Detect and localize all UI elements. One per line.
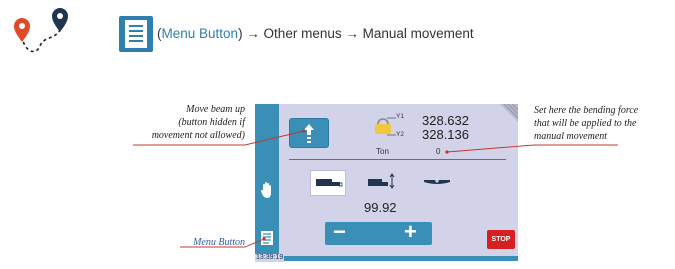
mode-button-beam[interactable] [310, 170, 346, 196]
mode-button-crowning[interactable] [420, 170, 454, 194]
route-pins-icon [14, 8, 68, 53]
annotation-move-beam-up: Move beam up (button hidden if movement … [130, 103, 245, 142]
page-corner-icon [500, 104, 518, 122]
annotation-menu-button: Menu Button [193, 237, 245, 248]
annotation-bending-force: Set here the bending force that will be … [534, 104, 674, 143]
punch-icon [375, 117, 396, 136]
hand-icon[interactable] [260, 181, 274, 199]
y1-position-value: 328.632 [422, 113, 469, 128]
y2-position-value: 328.136 [422, 127, 469, 142]
annotation-line: Set here the bending force [534, 105, 639, 116]
speed-value: 99.92 [364, 200, 397, 215]
ton-label: Ton [376, 147, 389, 156]
annotation-line: (button hidden if [178, 117, 245, 128]
y2-axis-label: Y2 [396, 131, 404, 138]
clock: 13:39:19 [255, 254, 285, 262]
increase-button[interactable]: + [404, 220, 417, 244]
menu-button[interactable] [259, 230, 275, 246]
arrow-up-icon [304, 124, 314, 143]
annotation-line: movement not allowed) [151, 130, 245, 141]
bottom-strip [255, 256, 518, 261]
menu-button-link[interactable]: Menu Button [162, 26, 239, 41]
mode-button-stroke[interactable] [364, 170, 398, 194]
y1-axis-label: Y1 [396, 113, 404, 120]
bending-force-field[interactable]: 0 [436, 147, 440, 156]
annotation-line: manual movement [534, 131, 608, 142]
stop-button[interactable]: STOP [487, 230, 515, 249]
crowning-mode-icon [424, 179, 450, 184]
navigation-path: (Menu Button) → Other menus → Manual mov… [157, 26, 474, 41]
menu-list-icon [119, 16, 153, 52]
divider [289, 159, 506, 160]
nav-path-rest: ) → Other menus → Manual movement [238, 26, 474, 41]
stroke-mode-icon [368, 173, 395, 189]
decrease-button[interactable]: − [333, 220, 346, 244]
annotation-line: Move beam up [186, 104, 245, 115]
annotation-line: that will be applied to the [534, 118, 637, 129]
beam-mode-icon [316, 179, 343, 187]
move-beam-up-button[interactable] [289, 118, 329, 148]
